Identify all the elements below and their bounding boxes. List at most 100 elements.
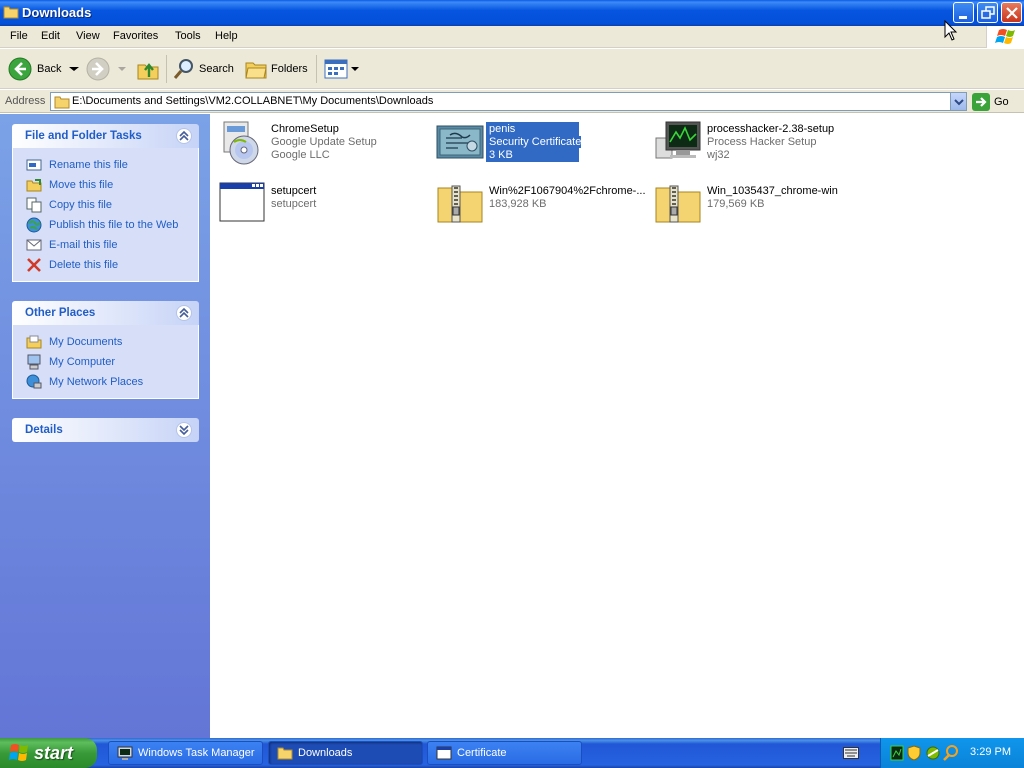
zip-folder-icon [655,185,701,223]
copy-file-label: Copy this file [49,199,112,211]
file-type: Security Certificate [489,136,582,148]
installer-monitor-icon [655,121,701,159]
taskbar-button-certificate[interactable]: Certificate [427,741,582,765]
start-button[interactable]: start [0,738,97,768]
file-item-selected[interactable]: penis Security Certificate 3 KB [432,116,642,166]
file-item[interactable]: processhacker-2.38-setup Process Hacker … [650,116,860,166]
security-shield-icon[interactable] [907,745,921,761]
folders-icon [245,62,267,79]
application-window-icon [219,182,265,222]
publish-web-link[interactable]: Publish this file to the Web [13,215,198,235]
folder-icon [3,6,19,19]
email-file-link[interactable]: E-mail this file [13,235,198,255]
search-label: Search [199,63,234,75]
back-button[interactable]: Back [8,55,81,83]
details-panel: Details [12,418,199,442]
move-icon [26,179,42,192]
close-button[interactable] [1001,2,1022,23]
file-item[interactable]: Win%2F1067904%2Fchrome-... 183,928 KB [432,178,646,228]
windows-logo-icon [986,26,1024,48]
back-arrow-icon [8,57,32,81]
chevron-down-icon [954,99,964,106]
menu-help[interactable]: Help [215,30,238,42]
delete-file-link[interactable]: Delete this file [13,255,198,275]
taskbar-button-label: Windows Task Manager [138,747,255,759]
file-item[interactable]: Win_1035437_chrome-win 179,569 KB [650,178,860,228]
views-icon [324,59,348,79]
my-computer-link[interactable]: My Computer [13,352,198,372]
file-name: Win%2F1067904%2Fchrome-... [489,185,646,197]
folder-icon [277,747,293,760]
my-computer-icon [27,354,41,370]
toolbar-separator [316,55,317,83]
search-tray-icon[interactable] [943,745,959,761]
file-type: setupcert [271,198,317,210]
menu-edit[interactable]: Edit [41,30,60,42]
file-size: 183,928 KB [489,198,547,210]
collapse-chevron-icon[interactable] [176,305,192,321]
expand-chevron-icon[interactable] [176,422,192,438]
taskbar-button-label: Downloads [298,747,353,759]
folders-button[interactable]: Folders [244,55,308,83]
file-name: setupcert [271,185,317,197]
menu-bar: File Edit View Favorites Tools Help [0,26,1024,48]
other-places-panel: Other Places My Documents My Computer My… [12,301,199,399]
move-file-link[interactable]: Move this file [13,175,198,195]
publish-web-label: Publish this file to the Web [49,219,179,231]
file-company: wj32 [707,149,730,161]
back-label: Back [37,63,62,75]
collapse-chevron-icon[interactable] [176,128,192,144]
rename-file-link[interactable]: Rename this file [13,155,198,175]
file-item[interactable]: setupcert setupcert [214,178,424,228]
network-tray-icon[interactable] [925,745,941,761]
rename-icon [26,159,42,171]
system-tray: 3:29 PM [880,738,1024,768]
task-manager-tray-icon[interactable] [890,745,904,761]
globe-icon [26,217,42,233]
menu-favorites[interactable]: Favorites [113,30,158,42]
chevron-down-icon[interactable] [350,64,360,74]
address-dropdown-button[interactable] [950,93,966,110]
restore-button[interactable] [977,2,998,23]
panel-header[interactable]: File and Folder Tasks [12,124,199,148]
file-name: ChromeSetup [271,123,339,135]
file-item[interactable]: ChromeSetup Google Update Setup Google L… [214,116,424,166]
email-file-label: E-mail this file [49,239,118,251]
taskbar-button-downloads[interactable]: Downloads [268,741,423,765]
menu-view[interactable]: View [76,30,100,42]
taskbar: start Windows Task Manager Downloads Cer… [0,738,1024,768]
my-network-places-link[interactable]: My Network Places [13,372,198,392]
my-documents-icon [26,335,42,349]
menu-file[interactable]: File [10,30,28,42]
address-path: E:\Documents and Settings\VM2.COLLABNET\… [72,95,434,107]
file-size: 179,569 KB [707,198,765,210]
panel-header[interactable]: Other Places [12,301,199,325]
panel-header[interactable]: Details [12,418,199,442]
search-button[interactable]: Search [172,55,234,83]
my-documents-link[interactable]: My Documents [13,332,198,352]
views-button[interactable] [324,55,360,83]
delete-file-label: Delete this file [49,259,119,271]
taskbar-button-task-manager[interactable]: Windows Task Manager [108,741,263,765]
keyboard-icon[interactable] [843,747,859,759]
go-button[interactable]: Go [972,92,1009,111]
forward-arrow-icon [86,57,110,81]
task-pane: File and Folder Tasks Rename this file M… [0,114,210,738]
address-label: Address [5,95,46,107]
certificate-icon [436,125,484,159]
window-icon [436,746,452,760]
file-view[interactable]: ChromeSetup Google Update Setup Google L… [210,20,1024,738]
chevron-down-icon[interactable] [67,64,81,74]
chevron-down-icon[interactable] [116,64,128,74]
move-file-label: Move this file [49,179,114,191]
address-field[interactable]: E:\Documents and Settings\VM2.COLLABNET\… [50,92,967,111]
forward-button[interactable] [86,55,128,83]
delete-x-icon [27,258,41,272]
title-bar[interactable]: Downloads [0,0,1024,26]
go-label: Go [994,95,1009,108]
up-folder-button[interactable] [136,55,160,83]
menu-tools[interactable]: Tools [175,30,201,42]
copy-file-link[interactable]: Copy this file [13,195,198,215]
my-documents-label: My Documents [49,336,123,348]
mouse-cursor-icon [944,20,958,41]
